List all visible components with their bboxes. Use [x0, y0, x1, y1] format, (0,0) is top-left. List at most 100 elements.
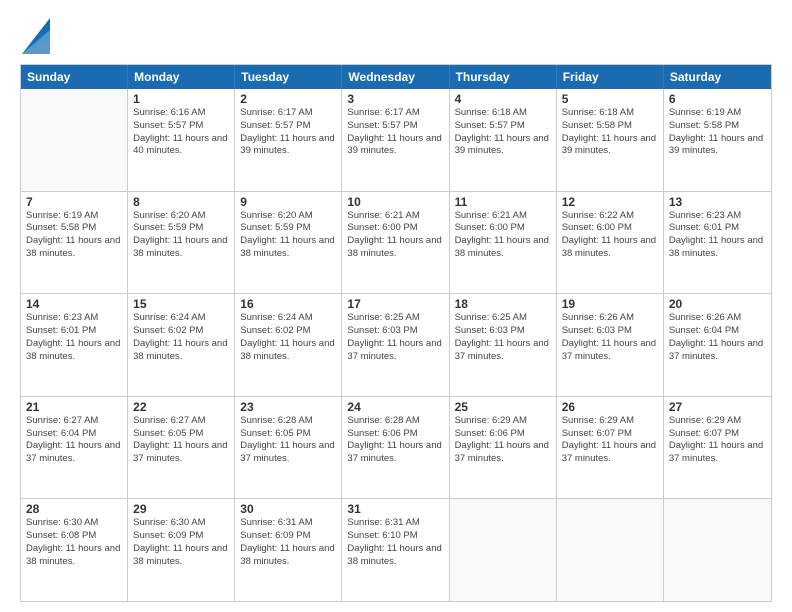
- calendar-cell: 11Sunrise: 6:21 AM Sunset: 6:00 PM Dayli…: [450, 192, 557, 294]
- day-number: 24: [347, 400, 443, 414]
- day-number: 26: [562, 400, 658, 414]
- day-info: Sunrise: 6:27 AM Sunset: 6:04 PM Dayligh…: [26, 415, 122, 466]
- calendar-cell: 13Sunrise: 6:23 AM Sunset: 6:01 PM Dayli…: [664, 192, 771, 294]
- calendar-cell: 8Sunrise: 6:20 AM Sunset: 5:59 PM Daylig…: [128, 192, 235, 294]
- day-number: 13: [669, 195, 766, 209]
- day-info: Sunrise: 6:20 AM Sunset: 5:59 PM Dayligh…: [133, 210, 229, 261]
- day-number: 2: [240, 92, 336, 106]
- day-info: Sunrise: 6:23 AM Sunset: 6:01 PM Dayligh…: [26, 312, 122, 363]
- day-number: 30: [240, 502, 336, 516]
- day-number: 28: [26, 502, 122, 516]
- day-info: Sunrise: 6:30 AM Sunset: 6:08 PM Dayligh…: [26, 517, 122, 568]
- calendar-cell: 26Sunrise: 6:29 AM Sunset: 6:07 PM Dayli…: [557, 397, 664, 499]
- day-info: Sunrise: 6:19 AM Sunset: 5:58 PM Dayligh…: [669, 107, 766, 158]
- day-number: 9: [240, 195, 336, 209]
- day-info: Sunrise: 6:28 AM Sunset: 6:05 PM Dayligh…: [240, 415, 336, 466]
- day-info: Sunrise: 6:17 AM Sunset: 5:57 PM Dayligh…: [240, 107, 336, 158]
- calendar-cell: [557, 499, 664, 601]
- weekday-header: Monday: [128, 65, 235, 89]
- calendar-cell: 1Sunrise: 6:16 AM Sunset: 5:57 PM Daylig…: [128, 89, 235, 191]
- calendar: SundayMondayTuesdayWednesdayThursdayFrid…: [20, 64, 772, 602]
- calendar-row: 7Sunrise: 6:19 AM Sunset: 5:58 PM Daylig…: [21, 191, 771, 294]
- day-number: 17: [347, 297, 443, 311]
- day-info: Sunrise: 6:22 AM Sunset: 6:00 PM Dayligh…: [562, 210, 658, 261]
- calendar-cell: 16Sunrise: 6:24 AM Sunset: 6:02 PM Dayli…: [235, 294, 342, 396]
- calendar-cell: 24Sunrise: 6:28 AM Sunset: 6:06 PM Dayli…: [342, 397, 449, 499]
- day-info: Sunrise: 6:29 AM Sunset: 6:07 PM Dayligh…: [669, 415, 766, 466]
- day-number: 21: [26, 400, 122, 414]
- calendar-cell: 31Sunrise: 6:31 AM Sunset: 6:10 PM Dayli…: [342, 499, 449, 601]
- calendar-row: 1Sunrise: 6:16 AM Sunset: 5:57 PM Daylig…: [21, 89, 771, 191]
- header: [20, 18, 772, 54]
- day-info: Sunrise: 6:27 AM Sunset: 6:05 PM Dayligh…: [133, 415, 229, 466]
- day-number: 22: [133, 400, 229, 414]
- calendar-cell: 28Sunrise: 6:30 AM Sunset: 6:08 PM Dayli…: [21, 499, 128, 601]
- calendar-cell: [21, 89, 128, 191]
- calendar-cell: 30Sunrise: 6:31 AM Sunset: 6:09 PM Dayli…: [235, 499, 342, 601]
- day-info: Sunrise: 6:23 AM Sunset: 6:01 PM Dayligh…: [669, 210, 766, 261]
- day-info: Sunrise: 6:26 AM Sunset: 6:03 PM Dayligh…: [562, 312, 658, 363]
- weekday-header: Thursday: [450, 65, 557, 89]
- day-number: 6: [669, 92, 766, 106]
- day-info: Sunrise: 6:31 AM Sunset: 6:09 PM Dayligh…: [240, 517, 336, 568]
- calendar-cell: 10Sunrise: 6:21 AM Sunset: 6:00 PM Dayli…: [342, 192, 449, 294]
- logo: [20, 18, 50, 54]
- calendar-cell: 18Sunrise: 6:25 AM Sunset: 6:03 PM Dayli…: [450, 294, 557, 396]
- day-number: 1: [133, 92, 229, 106]
- calendar-cell: 2Sunrise: 6:17 AM Sunset: 5:57 PM Daylig…: [235, 89, 342, 191]
- calendar-cell: 20Sunrise: 6:26 AM Sunset: 6:04 PM Dayli…: [664, 294, 771, 396]
- calendar-cell: 14Sunrise: 6:23 AM Sunset: 6:01 PM Dayli…: [21, 294, 128, 396]
- day-info: Sunrise: 6:28 AM Sunset: 6:06 PM Dayligh…: [347, 415, 443, 466]
- day-number: 7: [26, 195, 122, 209]
- day-info: Sunrise: 6:20 AM Sunset: 5:59 PM Dayligh…: [240, 210, 336, 261]
- calendar-cell: 3Sunrise: 6:17 AM Sunset: 5:57 PM Daylig…: [342, 89, 449, 191]
- calendar-cell: [450, 499, 557, 601]
- calendar-row: 28Sunrise: 6:30 AM Sunset: 6:08 PM Dayli…: [21, 498, 771, 601]
- calendar-cell: 21Sunrise: 6:27 AM Sunset: 6:04 PM Dayli…: [21, 397, 128, 499]
- calendar-row: 21Sunrise: 6:27 AM Sunset: 6:04 PM Dayli…: [21, 396, 771, 499]
- day-info: Sunrise: 6:19 AM Sunset: 5:58 PM Dayligh…: [26, 210, 122, 261]
- calendar-cell: 29Sunrise: 6:30 AM Sunset: 6:09 PM Dayli…: [128, 499, 235, 601]
- calendar-cell: 23Sunrise: 6:28 AM Sunset: 6:05 PM Dayli…: [235, 397, 342, 499]
- calendar-cell: 4Sunrise: 6:18 AM Sunset: 5:57 PM Daylig…: [450, 89, 557, 191]
- day-number: 14: [26, 297, 122, 311]
- calendar-cell: 27Sunrise: 6:29 AM Sunset: 6:07 PM Dayli…: [664, 397, 771, 499]
- calendar-header: SundayMondayTuesdayWednesdayThursdayFrid…: [21, 65, 771, 89]
- day-number: 27: [669, 400, 766, 414]
- page: SundayMondayTuesdayWednesdayThursdayFrid…: [0, 0, 792, 612]
- day-number: 5: [562, 92, 658, 106]
- day-info: Sunrise: 6:18 AM Sunset: 5:58 PM Dayligh…: [562, 107, 658, 158]
- day-number: 23: [240, 400, 336, 414]
- calendar-row: 14Sunrise: 6:23 AM Sunset: 6:01 PM Dayli…: [21, 293, 771, 396]
- day-info: Sunrise: 6:25 AM Sunset: 6:03 PM Dayligh…: [347, 312, 443, 363]
- calendar-cell: 17Sunrise: 6:25 AM Sunset: 6:03 PM Dayli…: [342, 294, 449, 396]
- day-info: Sunrise: 6:24 AM Sunset: 6:02 PM Dayligh…: [133, 312, 229, 363]
- day-info: Sunrise: 6:17 AM Sunset: 5:57 PM Dayligh…: [347, 107, 443, 158]
- calendar-cell: 25Sunrise: 6:29 AM Sunset: 6:06 PM Dayli…: [450, 397, 557, 499]
- day-info: Sunrise: 6:29 AM Sunset: 6:07 PM Dayligh…: [562, 415, 658, 466]
- calendar-cell: 22Sunrise: 6:27 AM Sunset: 6:05 PM Dayli…: [128, 397, 235, 499]
- weekday-header: Friday: [557, 65, 664, 89]
- day-number: 16: [240, 297, 336, 311]
- day-info: Sunrise: 6:21 AM Sunset: 6:00 PM Dayligh…: [347, 210, 443, 261]
- weekday-header: Saturday: [664, 65, 771, 89]
- day-number: 8: [133, 195, 229, 209]
- calendar-cell: 7Sunrise: 6:19 AM Sunset: 5:58 PM Daylig…: [21, 192, 128, 294]
- day-number: 19: [562, 297, 658, 311]
- day-number: 18: [455, 297, 551, 311]
- day-info: Sunrise: 6:16 AM Sunset: 5:57 PM Dayligh…: [133, 107, 229, 158]
- day-info: Sunrise: 6:29 AM Sunset: 6:06 PM Dayligh…: [455, 415, 551, 466]
- weekday-header: Sunday: [21, 65, 128, 89]
- calendar-cell: [664, 499, 771, 601]
- day-number: 15: [133, 297, 229, 311]
- weekday-header: Tuesday: [235, 65, 342, 89]
- day-info: Sunrise: 6:26 AM Sunset: 6:04 PM Dayligh…: [669, 312, 766, 363]
- day-number: 10: [347, 195, 443, 209]
- day-number: 12: [562, 195, 658, 209]
- weekday-header: Wednesday: [342, 65, 449, 89]
- calendar-cell: 15Sunrise: 6:24 AM Sunset: 6:02 PM Dayli…: [128, 294, 235, 396]
- day-number: 31: [347, 502, 443, 516]
- day-number: 11: [455, 195, 551, 209]
- calendar-cell: 6Sunrise: 6:19 AM Sunset: 5:58 PM Daylig…: [664, 89, 771, 191]
- calendar-cell: 9Sunrise: 6:20 AM Sunset: 5:59 PM Daylig…: [235, 192, 342, 294]
